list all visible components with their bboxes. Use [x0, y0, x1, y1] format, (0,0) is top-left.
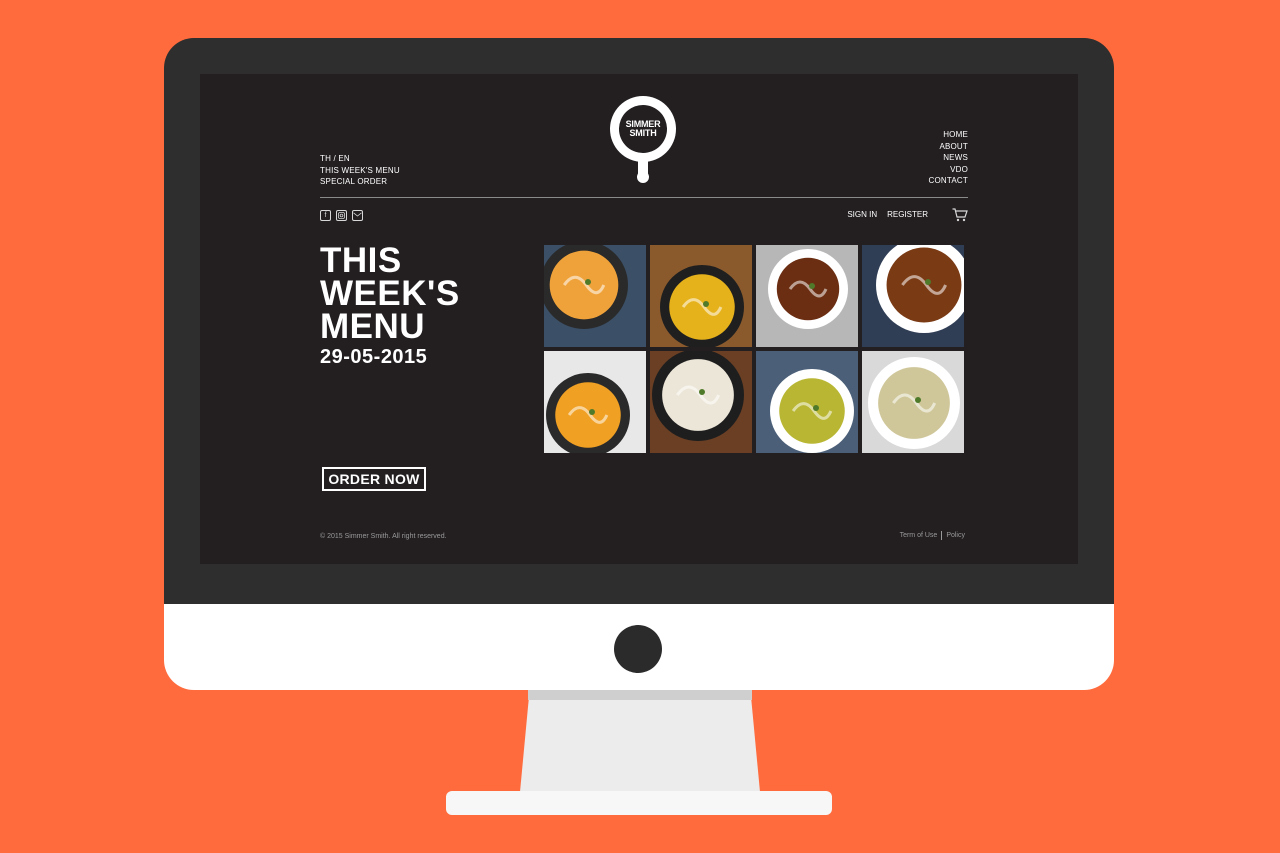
website-screen: SIMMER SMITH TH / EN THIS WEEK'S MENU SP…: [200, 74, 1078, 564]
language-switch[interactable]: TH / EN: [320, 154, 400, 164]
auth-links: SIGN IN REGISTER: [847, 210, 928, 219]
herb-garnish: [809, 283, 815, 289]
social-links: f: [320, 210, 363, 221]
nav-special-order[interactable]: SPECIAL ORDER: [320, 177, 400, 187]
facebook-icon[interactable]: f: [320, 210, 331, 221]
sign-in-link[interactable]: SIGN IN: [847, 210, 877, 219]
title-line-1: THIS: [320, 241, 402, 280]
soup: [669, 274, 735, 340]
soup-photo: [544, 351, 646, 453]
register-link[interactable]: REGISTER: [887, 210, 928, 219]
menu-photo-tile[interactable]: [650, 351, 752, 453]
page-title: THIS WEEK'S MENU: [320, 241, 460, 346]
soup-photo: [756, 351, 858, 453]
soup: [776, 257, 840, 321]
menu-photo-tile[interactable]: [544, 351, 646, 453]
footer-links: Term of Use Policy: [900, 531, 965, 540]
nav-news[interactable]: NEWS: [943, 153, 968, 163]
menu-photo-tile[interactable]: [862, 351, 964, 453]
herb-garnish: [589, 409, 595, 415]
policy-link[interactable]: Policy: [946, 532, 965, 539]
monitor-stand-base: [446, 791, 832, 815]
copyright-text: © 2015 Simmer Smith. All right reserved.: [320, 533, 447, 540]
secondary-nav: TH / EN THIS WEEK'S MENU SPECIAL ORDER: [320, 154, 400, 187]
soup: [779, 378, 845, 444]
menu-date: 29-05-2015: [320, 346, 428, 368]
main-nav: HOME ABOUT NEWS VDO CONTACT: [929, 130, 968, 186]
logo-text-line2: SMITH: [629, 128, 657, 138]
herb-garnish: [925, 279, 931, 285]
soup: [549, 250, 619, 320]
monitor-stand-shadow: [528, 690, 752, 700]
order-now-button[interactable]: ORDER NOW: [322, 467, 426, 491]
title-line-2: WEEK'S: [320, 274, 460, 313]
nav-about[interactable]: ABOUT: [939, 142, 968, 152]
mail-icon[interactable]: [352, 210, 363, 221]
footer-separator: [941, 531, 943, 540]
monitor-stand: [520, 690, 760, 792]
menu-photo-tile[interactable]: [756, 351, 858, 453]
simmer-smith-logo[interactable]: SIMMER SMITH: [610, 96, 676, 162]
menu-photo-tile[interactable]: [862, 245, 964, 347]
herb-garnish: [915, 397, 921, 403]
soup: [555, 382, 621, 448]
soup-photo: [756, 245, 858, 347]
herb-garnish: [703, 301, 709, 307]
nav-contact[interactable]: CONTACT: [929, 176, 968, 186]
soup: [886, 247, 962, 323]
menu-gallery: [544, 245, 964, 453]
logo-drop: [637, 171, 649, 183]
soup-photo: [650, 351, 752, 453]
terms-link[interactable]: Term of Use: [900, 532, 938, 539]
nav-this-weeks-menu[interactable]: THIS WEEK'S MENU: [320, 166, 400, 176]
menu-photo-tile[interactable]: [544, 245, 646, 347]
header-divider: [320, 197, 968, 198]
nav-home[interactable]: HOME: [943, 130, 968, 140]
title-line-3: MENU: [320, 307, 426, 346]
soup-photo: [862, 351, 964, 453]
soup-photo: [650, 245, 752, 347]
soup-photo: [544, 245, 646, 347]
herb-garnish: [585, 279, 591, 285]
nav-vdo[interactable]: VDO: [950, 165, 968, 175]
soup-photo: [862, 245, 964, 347]
cart-icon[interactable]: [952, 208, 968, 222]
herb-garnish: [699, 389, 705, 395]
herb-garnish: [813, 405, 819, 411]
monitor-logo-dot: [614, 625, 662, 673]
logo-badge: SIMMER SMITH: [619, 105, 667, 153]
soup: [662, 359, 734, 431]
soup: [878, 367, 950, 439]
menu-photo-tile[interactable]: [650, 245, 752, 347]
instagram-icon[interactable]: [336, 210, 347, 221]
menu-photo-tile[interactable]: [756, 245, 858, 347]
